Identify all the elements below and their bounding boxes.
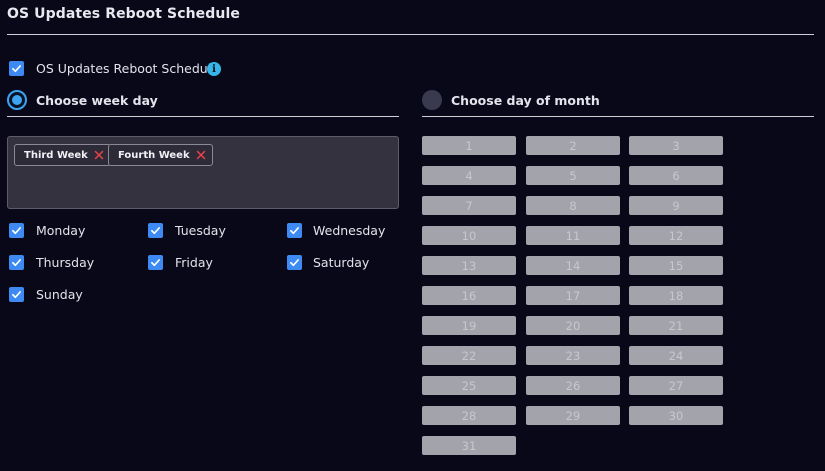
month-day-cell[interactable]: 24 bbox=[629, 346, 723, 365]
weekday-label: Friday bbox=[175, 255, 213, 270]
checkmark-icon bbox=[151, 227, 160, 235]
month-day-cell[interactable]: 30 bbox=[629, 406, 723, 425]
month-section-divider bbox=[422, 116, 814, 117]
month-day-cell[interactable]: 26 bbox=[526, 376, 620, 395]
checkmark-icon bbox=[12, 227, 21, 235]
month-day-cell[interactable]: 25 bbox=[422, 376, 516, 395]
weekday-label: Tuesday bbox=[175, 223, 226, 238]
weekday-label: Thursday bbox=[36, 255, 95, 270]
enable-schedule-label: OS Updates Reboot Schedule bbox=[36, 61, 219, 76]
weekday-label: Monday bbox=[36, 223, 86, 238]
month-day-cell[interactable]: 23 bbox=[526, 346, 620, 365]
info-icon[interactable]: i bbox=[207, 62, 221, 76]
weekday-label: Sunday bbox=[36, 287, 83, 302]
week-chip: Third Week bbox=[14, 144, 111, 166]
month-day-cell[interactable]: 22 bbox=[422, 346, 516, 365]
month-day-cell[interactable]: 6 bbox=[629, 166, 723, 185]
month-day-cell[interactable]: 16 bbox=[422, 286, 516, 305]
month-day-cell[interactable]: 21 bbox=[629, 316, 723, 335]
weekday-checkbox-monday[interactable] bbox=[9, 223, 24, 238]
checkmark-icon bbox=[12, 65, 21, 73]
week-chip-label: Third Week bbox=[24, 149, 88, 161]
month-day-cell[interactable]: 13 bbox=[422, 256, 516, 275]
month-day-cell[interactable]: 27 bbox=[629, 376, 723, 395]
month-day-cell[interactable]: 17 bbox=[526, 286, 620, 305]
month-day-cell[interactable]: 14 bbox=[526, 256, 620, 275]
month-day-cell[interactable]: 5 bbox=[526, 166, 620, 185]
month-day-cell[interactable]: 7 bbox=[422, 196, 516, 215]
weekday-checkbox-friday[interactable] bbox=[148, 255, 163, 270]
checkmark-icon bbox=[12, 259, 21, 267]
checkmark-icon bbox=[290, 227, 299, 235]
week-chip: Fourth Week bbox=[108, 144, 213, 166]
month-day-cell[interactable]: 28 bbox=[422, 406, 516, 425]
week-section-divider bbox=[7, 116, 399, 117]
month-day-cell[interactable]: 20 bbox=[526, 316, 620, 335]
week-chip-label: Fourth Week bbox=[118, 149, 190, 161]
checkmark-icon bbox=[151, 259, 160, 267]
weekday-label: Saturday bbox=[313, 255, 370, 270]
month-day-cell[interactable]: 11 bbox=[526, 226, 620, 245]
enable-schedule-checkbox[interactable] bbox=[9, 61, 24, 76]
checkmark-icon bbox=[290, 259, 299, 267]
page-title: OS Updates Reboot Schedule bbox=[7, 6, 240, 22]
month-day-cell[interactable]: 3 bbox=[629, 136, 723, 155]
month-day-cell[interactable]: 31 bbox=[422, 436, 516, 455]
weekday-checkbox-tuesday[interactable] bbox=[148, 223, 163, 238]
month-day-cell[interactable]: 9 bbox=[629, 196, 723, 215]
month-day-radio[interactable] bbox=[422, 90, 442, 110]
month-day-cell[interactable]: 10 bbox=[422, 226, 516, 245]
month-day-cell[interactable]: 15 bbox=[629, 256, 723, 275]
month-day-cell[interactable]: 1 bbox=[422, 136, 516, 155]
weekday-checkbox-wednesday[interactable] bbox=[287, 223, 302, 238]
month-day-cell[interactable]: 18 bbox=[629, 286, 723, 305]
month-day-cell[interactable]: 2 bbox=[526, 136, 620, 155]
checkmark-icon bbox=[12, 291, 21, 299]
week-day-radio[interactable] bbox=[7, 90, 27, 110]
close-icon[interactable] bbox=[94, 150, 104, 160]
weekday-checkbox-saturday[interactable] bbox=[287, 255, 302, 270]
month-day-cell[interactable]: 12 bbox=[629, 226, 723, 245]
close-icon[interactable] bbox=[196, 150, 206, 160]
month-day-cell[interactable]: 8 bbox=[526, 196, 620, 215]
month-day-cell[interactable]: 4 bbox=[422, 166, 516, 185]
weekday-checkbox-sunday[interactable] bbox=[9, 287, 24, 302]
month-day-radio-label: Choose day of month bbox=[451, 93, 600, 108]
week-day-radio-label: Choose week day bbox=[36, 93, 158, 108]
title-divider bbox=[7, 34, 814, 35]
month-day-cell[interactable]: 29 bbox=[526, 406, 620, 425]
week-multiselect[interactable]: Third Week Fourth Week bbox=[7, 136, 399, 209]
weekday-checkbox-thursday[interactable] bbox=[9, 255, 24, 270]
weekday-label: Wednesday bbox=[313, 223, 386, 238]
month-day-cell[interactable]: 19 bbox=[422, 316, 516, 335]
